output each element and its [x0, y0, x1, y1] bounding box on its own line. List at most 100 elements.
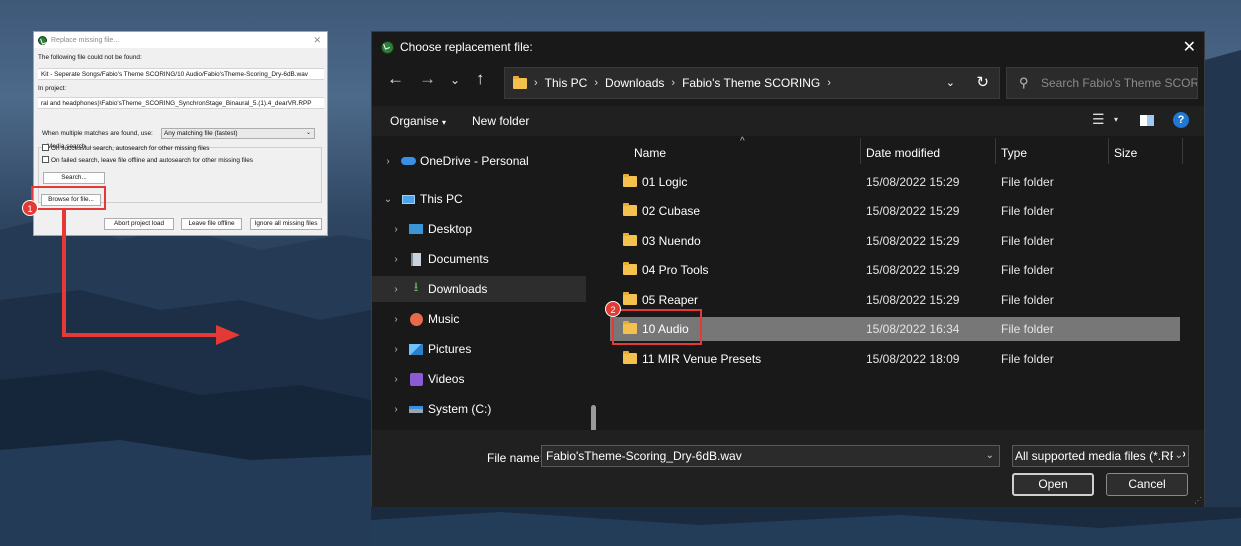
- table-row[interactable]: 03 Nuendo 15/08/2022 15:29 File folder: [610, 229, 1180, 253]
- folder-icon: [513, 75, 527, 89]
- refresh-icon[interactable]: ↻: [976, 73, 989, 91]
- preview-pane-icon[interactable]: [1140, 115, 1154, 126]
- chevron-down-icon[interactable]: ⌄: [986, 446, 994, 466]
- file-name-label: File name:: [487, 451, 544, 465]
- row-name-cell: 03 Nuendo: [623, 233, 701, 248]
- file-dialog-titlebar: Choose replacement file: ✕: [372, 32, 1204, 62]
- file-dialog-title: Choose replacement file:: [400, 40, 533, 54]
- back-arrow-icon[interactable]: ←: [387, 69, 404, 89]
- row-name: 05 Reaper: [642, 293, 699, 307]
- cancel-button[interactable]: Cancel: [1106, 473, 1188, 496]
- row-type: File folder: [1001, 175, 1054, 189]
- documents-icon: [408, 252, 424, 266]
- folder-icon: [623, 351, 637, 364]
- breadcrumb-current-folder[interactable]: Fabio's Theme SCORING: [682, 76, 820, 90]
- column-header-size[interactable]: Size: [1114, 146, 1137, 160]
- table-row[interactable]: 01 Logic 15/08/2022 15:29 File folder: [610, 170, 1180, 194]
- drive-icon: [408, 402, 424, 416]
- up-arrow-icon[interactable]: ↑: [476, 69, 485, 89]
- row-date: 15/08/2022 18:09: [866, 352, 960, 366]
- sidebar-item-pictures[interactable]: › Pictures: [372, 336, 586, 362]
- row-name-cell: 11 MIR Venue Presets: [623, 351, 761, 366]
- address-bar[interactable]: › This PC › Downloads › Fabio's Theme SC…: [504, 67, 1000, 99]
- column-divider[interactable]: [1182, 138, 1183, 164]
- row-name-cell: 01 Logic: [623, 174, 687, 189]
- sidebar-label: This PC: [420, 192, 463, 206]
- dialog-footer: File name: Fabio'sTheme-Scoring_Dry-6dB.…: [372, 430, 1204, 507]
- column-header-name[interactable]: Name: [634, 146, 666, 160]
- choose-replacement-file-dialog: Choose replacement file: ✕ ← → ⌄ ↑ › Thi…: [371, 31, 1205, 507]
- sidebar-item-onedrive[interactable]: › OneDrive - Personal: [372, 148, 586, 174]
- row-date: 15/08/2022 15:29: [866, 234, 960, 248]
- file-type-select[interactable]: All supported media files (*.RPP ⌄: [1012, 445, 1189, 467]
- breadcrumb-this-pc[interactable]: This PC: [545, 76, 588, 90]
- column-header-type[interactable]: Type: [1001, 146, 1027, 160]
- recent-locations-chevron-icon[interactable]: ⌄: [450, 73, 460, 87]
- breadcrumb-separator-icon: ›: [671, 77, 676, 89]
- sort-ascending-icon: ^: [740, 136, 745, 147]
- sidebar-item-music[interactable]: › Music: [372, 306, 586, 332]
- open-button[interactable]: Open: [1012, 473, 1094, 496]
- table-row[interactable]: 11 MIR Venue Presets 15/08/2022 18:09 Fi…: [610, 347, 1180, 371]
- cloud-icon: [400, 154, 416, 168]
- column-divider[interactable]: [995, 138, 996, 164]
- address-dropdown-chevron-icon[interactable]: ⌄: [946, 76, 955, 89]
- view-options-icon[interactable]: ☰: [1092, 111, 1105, 128]
- file-type-value: All supported media files (*.RPP: [1015, 449, 1186, 463]
- row-date: 15/08/2022 15:29: [866, 293, 960, 307]
- chevron-down-icon: ⌄: [1172, 446, 1183, 466]
- organise-label: Organise: [390, 114, 439, 128]
- chevron-right-icon: ›: [394, 313, 398, 325]
- breadcrumb-downloads[interactable]: Downloads: [605, 76, 664, 90]
- chevron-down-icon: ⌄: [383, 193, 393, 205]
- forward-arrow-icon[interactable]: →: [419, 69, 436, 89]
- table-row[interactable]: 04 Pro Tools 15/08/2022 15:29 File folde…: [610, 258, 1180, 282]
- pictures-icon: [408, 342, 424, 356]
- column-divider[interactable]: [860, 138, 861, 164]
- command-bar: Organise ▾ New folder ☰ ▾ ?: [372, 106, 1204, 136]
- folder-icon: [623, 262, 637, 275]
- row-type: File folder: [1001, 234, 1054, 248]
- chevron-down-icon[interactable]: ▾: [1114, 115, 1118, 124]
- file-name-value: Fabio'sTheme-Scoring_Dry-6dB.wav: [546, 449, 742, 463]
- organise-menu[interactable]: Organise ▾: [390, 114, 446, 128]
- table-row[interactable]: 02 Cubase 15/08/2022 15:29 File folder: [610, 199, 1180, 223]
- sidebar-item-videos[interactable]: › Videos: [372, 366, 586, 392]
- sidebar-item-system-c[interactable]: › System (C:): [372, 396, 586, 422]
- row-type: File folder: [1001, 263, 1054, 277]
- breadcrumb-separator-icon: ›: [827, 77, 831, 89]
- breadcrumb-separator-icon: ›: [594, 77, 599, 89]
- row-type: File folder: [1001, 293, 1054, 307]
- file-list: ^ Name Date modified Type Size 01 Logic …: [604, 136, 1204, 430]
- highlight-10-audio-box: [612, 309, 702, 345]
- folder-icon: [623, 233, 637, 246]
- videos-icon: [408, 372, 424, 386]
- sidebar-item-documents[interactable]: › Documents: [372, 246, 586, 272]
- row-name: 03 Nuendo: [642, 234, 701, 248]
- row-type: File folder: [1001, 322, 1054, 336]
- sidebar-item-desktop[interactable]: › Desktop: [372, 216, 586, 242]
- chevron-down-icon: ▾: [442, 118, 447, 127]
- resize-grip-icon[interactable]: ⋰: [1194, 496, 1202, 505]
- sidebar-label: OneDrive - Personal: [420, 154, 529, 168]
- sidebar-item-downloads[interactable]: › ⭳ Downloads: [372, 276, 586, 302]
- reaper-logo-icon: [381, 40, 394, 54]
- row-name-cell: 04 Pro Tools: [623, 262, 709, 277]
- file-name-input[interactable]: Fabio'sTheme-Scoring_Dry-6dB.wav ⌄: [541, 445, 1000, 467]
- search-input[interactable]: ⚲ Search Fabio's Theme SCORI...: [1006, 67, 1198, 99]
- column-header-date-modified[interactable]: Date modified: [866, 146, 940, 160]
- row-name-cell: 05 Reaper: [623, 292, 699, 307]
- sidebar-item-this-pc[interactable]: ⌄ This PC: [372, 186, 586, 212]
- new-folder-button[interactable]: New folder: [472, 114, 529, 128]
- close-icon[interactable]: ✕: [1183, 37, 1196, 57]
- folder-icon: [623, 174, 637, 187]
- row-date: 15/08/2022 15:29: [866, 263, 960, 277]
- row-name-cell: 02 Cubase: [623, 203, 701, 218]
- row-name: 02 Cubase: [642, 204, 701, 218]
- column-divider[interactable]: [1108, 138, 1109, 164]
- help-icon[interactable]: ?: [1173, 112, 1189, 128]
- downloads-icon: ⭳: [413, 279, 419, 294]
- sidebar-label: Videos: [428, 372, 465, 386]
- sidebar-label: Pictures: [428, 342, 472, 356]
- search-placeholder: Search Fabio's Theme SCORI...: [1041, 76, 1198, 90]
